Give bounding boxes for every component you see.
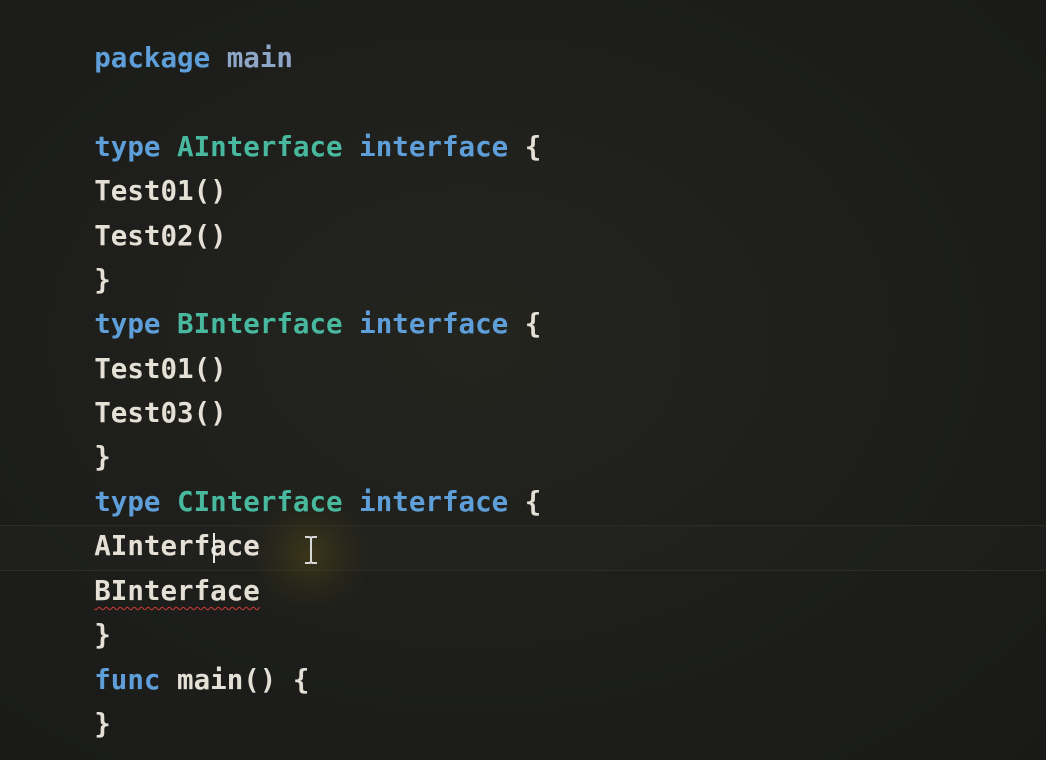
keyword-interface: interface — [359, 486, 509, 518]
code-line-1[interactable]: package main — [28, 0, 293, 74]
text-caret — [213, 533, 215, 563]
code-line-14[interactable]: } — [28, 569, 111, 651]
embedded-binterface-error[interactable]: BInterface — [94, 575, 260, 607]
code-line-4[interactable]: Test01() — [28, 125, 226, 207]
code-line-7[interactable]: type BInterface interface { — [28, 258, 541, 340]
method-test03: Test03() — [94, 397, 227, 429]
open-brace: { — [508, 308, 542, 340]
main-function-signature: main() { — [160, 664, 310, 696]
code-line-10[interactable]: } — [28, 391, 111, 473]
code-line-12[interactable]: AInterface — [28, 480, 260, 562]
ibeam-cursor-icon — [305, 536, 317, 564]
open-brace: { — [508, 486, 542, 518]
code-line-13[interactable]: BInterface — [28, 525, 260, 607]
close-brace: } — [94, 708, 111, 740]
keyword-interface: interface — [359, 308, 509, 340]
keyword-interface: interface — [359, 131, 509, 163]
package-name: main — [210, 42, 293, 74]
code-line-8[interactable]: Test01() — [28, 303, 226, 385]
code-line-11[interactable]: type CInterface interface { — [28, 436, 541, 518]
code-line-15[interactable]: func main() { — [28, 614, 309, 696]
method-test02: Test02() — [94, 220, 227, 252]
code-editor[interactable]: package main type AInterface interface {… — [0, 0, 1046, 760]
keyword-package: package — [94, 42, 211, 74]
code-line-5[interactable]: Test02() — [28, 170, 226, 252]
code-line-9[interactable]: Test03() — [28, 347, 226, 429]
code-line-16[interactable]: } — [28, 658, 111, 740]
code-line-6[interactable]: } — [28, 214, 111, 296]
code-line-3[interactable]: type AInterface interface { — [28, 81, 541, 163]
open-brace: { — [508, 131, 542, 163]
